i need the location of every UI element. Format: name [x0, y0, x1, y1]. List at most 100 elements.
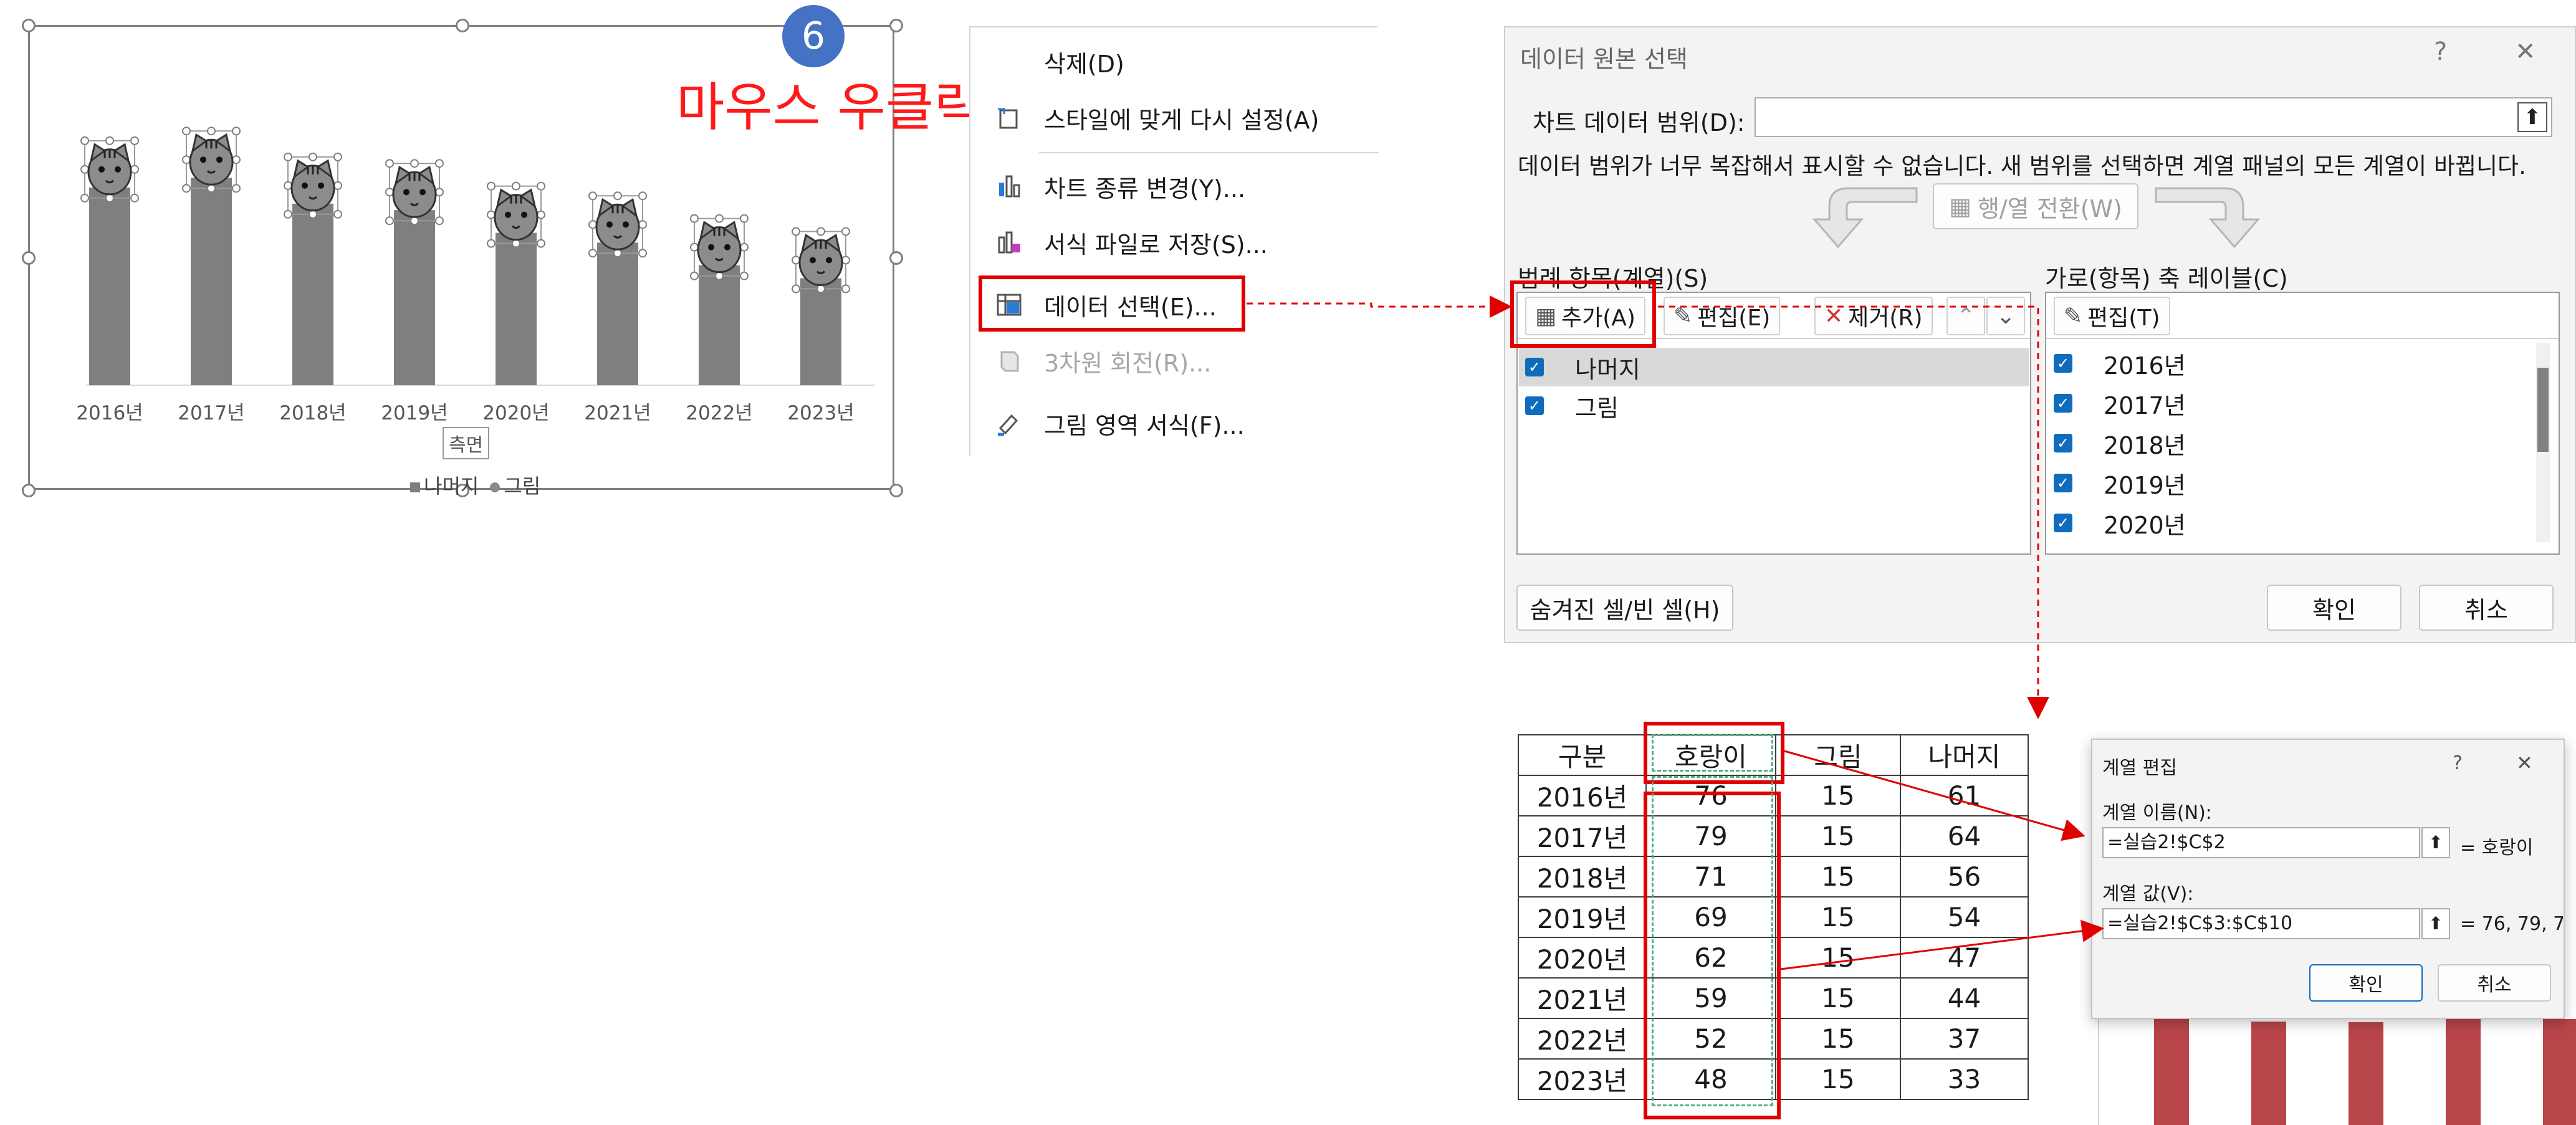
switch-row-column-button[interactable]: ▦ 행/열 전환(W) [1933, 183, 2138, 229]
resize-handle-left[interactable] [22, 251, 36, 265]
series-values-input[interactable]: =실습2!$C$3:$C$10 [2102, 908, 2420, 939]
bar-remainder[interactable] [699, 265, 740, 385]
edit-table-icon: ✎ [2064, 303, 2083, 329]
edit-table-icon: ✎ [1673, 303, 1693, 329]
help-button[interactable]: ? [2434, 37, 2447, 66]
menu-item-save-template[interactable]: 서식 파일로 저장(S)... [970, 214, 1379, 270]
sheet-cell[interactable]: 47 [1900, 937, 2029, 979]
close-button[interactable]: ✕ [2516, 751, 2533, 775]
scrollbar[interactable] [2536, 343, 2550, 542]
edit-series-button[interactable]: ✎ 편집(E) [1664, 297, 1781, 335]
bar-remainder[interactable] [292, 203, 333, 385]
ok-button[interactable]: 확인 [2309, 964, 2423, 1002]
sheet-cell[interactable]: 15 [1775, 977, 1901, 1019]
sheet-cell[interactable]: 2018년 [1518, 856, 1647, 898]
resize-handle-top-right[interactable] [889, 19, 903, 32]
move-up-button[interactable]: ⌃ [1946, 297, 1985, 335]
checkbox-checked[interactable]: ✓ [1525, 358, 1544, 376]
selection-marquee-values [1652, 776, 1773, 1106]
checkbox-checked[interactable]: ✓ [2054, 514, 2072, 532]
sheet-cell[interactable]: 61 [1900, 775, 2029, 816]
remove-series-button[interactable]: ✕ 제거(R) [1814, 297, 1933, 335]
sheet-cell[interactable]: 2021년 [1518, 977, 1647, 1019]
sheet-header-cell[interactable]: 구분 [1518, 734, 1647, 776]
sheet-cell[interactable]: 15 [1775, 1018, 1901, 1060]
x-tick-label: 2017년 [178, 402, 244, 424]
x-tick-label: 2018년 [279, 402, 346, 424]
axis-label-item[interactable]: ✓ 2018년 [2047, 424, 2186, 462]
edit-axis-labels-button[interactable]: ✎ 편집(T) [2054, 297, 2170, 335]
bar-remainder[interactable] [597, 242, 638, 385]
resize-handle-bottom-left[interactable] [22, 484, 36, 497]
sheet-cell[interactable]: 15 [1775, 896, 1901, 938]
sheet-cell[interactable]: 15 [1775, 775, 1901, 816]
ok-button[interactable]: 확인 [2267, 585, 2401, 631]
axis-label-item[interactable]: ✓ 2020년 [2047, 504, 2186, 542]
sheet-cell[interactable]: 2022년 [1518, 1018, 1647, 1060]
menu-item-3d-rotation[interactable]: 3차원 회전(R)... [970, 333, 1379, 389]
sheet-cell[interactable]: 2016년 [1518, 775, 1647, 816]
sheet-cell[interactable]: 37 [1900, 1018, 2029, 1060]
axis-toolbar: ✎ 편집(T) [2046, 293, 2559, 339]
sheet-header-cell[interactable]: 그림 [1775, 734, 1901, 776]
hidden-empty-cells-button[interactable]: 숨겨진 셀/빈 셀(H) [1516, 585, 1733, 631]
close-button[interactable]: ✕ [2515, 37, 2536, 66]
resize-handle-bottom-right[interactable] [889, 484, 903, 497]
checkbox-checked[interactable]: ✓ [2054, 434, 2072, 452]
series-name-label: 계열 이름(N): [2102, 802, 2212, 824]
sheet-cell[interactable]: 56 [1900, 856, 2029, 898]
axis-label-item[interactable]: ✓ 2019년 [2047, 464, 2186, 502]
sheet-header-cell[interactable]: 나머지 [1900, 734, 2029, 776]
bar-remainder[interactable] [191, 178, 232, 385]
series-name-input[interactable]: =실습2!$C$2 [2102, 827, 2420, 858]
axis-label-item[interactable]: ✓ 2017년 [2047, 384, 2186, 423]
collapse-dialog-icon[interactable]: ⬆ [2421, 827, 2450, 858]
background-bar [2251, 1022, 2286, 1125]
sheet-cell[interactable]: 2020년 [1518, 937, 1647, 979]
menu-item-change-chart-type[interactable]: 차트 종류 변경(Y)... [970, 158, 1379, 214]
checkbox-checked[interactable]: ✓ [2054, 354, 2072, 373]
sheet-cell[interactable]: 15 [1775, 937, 1901, 979]
sheet-cell[interactable]: 33 [1900, 1058, 2029, 1100]
switch-icon: ▦ [1949, 193, 1971, 220]
checkbox-checked[interactable]: ✓ [2054, 474, 2072, 492]
sheet-cell[interactable]: 2017년 [1518, 815, 1647, 857]
cancel-button[interactable]: 취소 [2419, 585, 2554, 631]
chart-legend[interactable]: 나머지 그림 [410, 471, 540, 499]
sheet-cell[interactable]: 64 [1900, 815, 2029, 857]
chart-data-range-input[interactable]: ⬆ [1755, 97, 2552, 137]
collapse-dialog-icon[interactable]: ⬆ [2421, 908, 2450, 939]
menu-item-format-plot-area[interactable]: 그림 영역 서식(F)... [970, 395, 1379, 451]
collapse-dialog-icon[interactable]: ⬆ [2517, 102, 2547, 132]
series-item-picture[interactable]: ✓ 그림 [1519, 386, 2029, 425]
sheet-cell[interactable]: 2023년 [1518, 1058, 1647, 1100]
sheet-cell[interactable]: 2019년 [1518, 896, 1647, 938]
bar-remainder[interactable] [496, 232, 537, 385]
resize-handle-top-left[interactable] [22, 19, 36, 32]
menu-item-reset-style[interactable]: 스타일에 맞게 다시 설정(A) [970, 90, 1379, 146]
bar-remainder[interactable] [800, 278, 841, 385]
scrollbar-thumb[interactable] [2537, 368, 2549, 452]
series-item-remainder[interactable]: ✓ 나머지 [1519, 348, 2029, 386]
bar-remainder[interactable] [89, 187, 130, 385]
sheet-cell[interactable]: 15 [1775, 1058, 1901, 1100]
help-button[interactable]: ? [2453, 752, 2463, 774]
format-plot-area-icon [998, 414, 1018, 436]
resize-handle-top[interactable] [456, 19, 469, 32]
axis-labels-list[interactable]: ✎ 편집(T) ✓ 2016년 ✓ 2017년 ✓ 2018년 ✓ 2019년 ✓ 2020… [2045, 292, 2560, 555]
checkbox-checked[interactable]: ✓ [2054, 394, 2072, 413]
resize-handle-right[interactable] [889, 251, 903, 265]
axis-label-item[interactable]: ✓ 2016년 [2047, 344, 2186, 383]
cancel-button[interactable]: 취소 [2438, 964, 2551, 1002]
sheet-cell[interactable]: 44 [1900, 977, 2029, 1019]
checkbox-checked[interactable]: ✓ [1525, 396, 1544, 415]
bar-remainder[interactable] [394, 210, 435, 385]
sheet-cell[interactable]: 15 [1775, 856, 1901, 898]
sheet-cell[interactable]: 15 [1775, 815, 1901, 857]
x-tick-label: 2019년 [381, 402, 448, 424]
series-name-result: = 호랑이 [2460, 837, 2534, 859]
move-down-button[interactable]: ⌄ [1986, 297, 2025, 335]
menu-item-delete[interactable]: 삭제(D) [970, 34, 1379, 90]
sheet-cell[interactable]: 54 [1900, 896, 2029, 938]
dialog-title: 데이터 원본 선택 [1520, 45, 1688, 73]
